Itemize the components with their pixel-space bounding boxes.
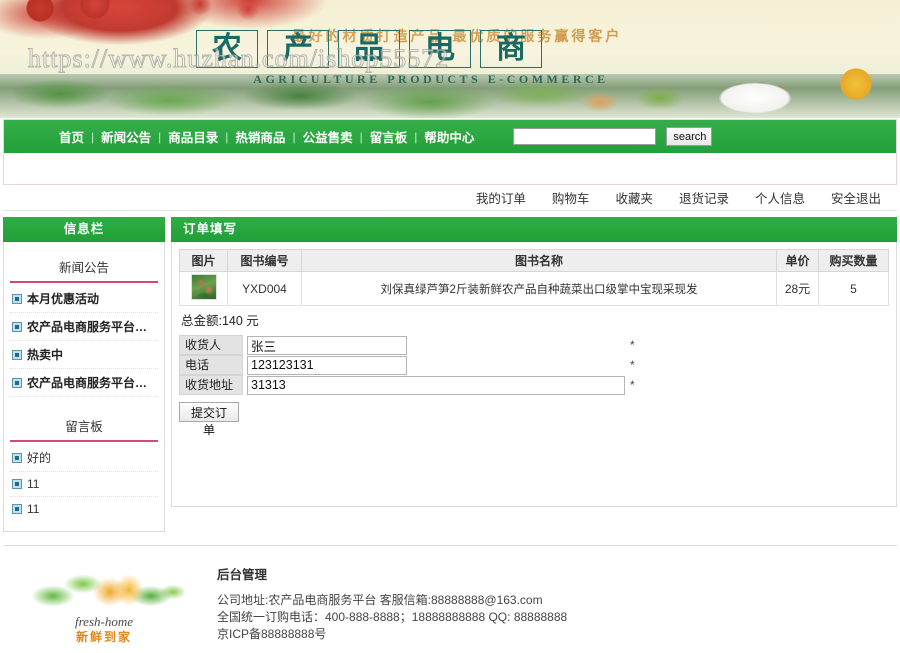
nav-item-catalog[interactable]: 商品目录 bbox=[161, 127, 225, 146]
footer-line-icp: 京ICP备88888888号 bbox=[217, 627, 327, 641]
sidebar-body: 新闻公告 本月优惠活动 农产品电商服务平台欢... 热卖中 农产品电商服务平台正… bbox=[3, 242, 165, 532]
banner-title-char: 农 bbox=[196, 30, 258, 68]
user-link-return-records[interactable]: 退货记录 bbox=[679, 188, 729, 207]
user-link-my-orders[interactable]: 我的订单 bbox=[476, 188, 526, 207]
banner-vegetables-decoration bbox=[540, 58, 900, 118]
nav-item-charity-sale[interactable]: 公益售卖 bbox=[296, 127, 360, 146]
address-input[interactable] bbox=[247, 375, 625, 395]
navigation-wrapper: 首页 | 新闻公告 | 商品目录 | 热销商品 | 公益售卖 | 留言板 | 帮… bbox=[3, 119, 897, 185]
column-header-name: 图书名称 bbox=[301, 249, 777, 272]
column-header-price: 单价 bbox=[776, 249, 819, 272]
user-link-logout[interactable]: 安全退出 bbox=[831, 188, 881, 207]
shipping-form: 收货人 * 电话 * 收货地址 * bbox=[179, 335, 635, 395]
bullet-square-icon bbox=[12, 504, 22, 514]
form-row-phone: 电话 * bbox=[179, 355, 635, 375]
sidebar-news-label: 本月优惠活动 bbox=[27, 292, 100, 306]
bullet-square-icon bbox=[12, 321, 22, 332]
content-header: 订单填写 bbox=[171, 217, 897, 242]
sidebar-message-label: 11 bbox=[27, 477, 40, 491]
user-links-bar: 我的订单 购物车 收藏夹 退货记录 个人信息 安全退出 bbox=[3, 185, 897, 211]
search-input[interactable] bbox=[513, 128, 657, 145]
user-link-shopping-cart[interactable]: 购物车 bbox=[552, 188, 590, 207]
phone-input[interactable] bbox=[247, 355, 407, 375]
sidebar-news-label: 农产品电商服务平台欢... bbox=[27, 320, 156, 334]
sidebar-message-item[interactable]: 11 bbox=[10, 497, 158, 521]
logo-leaf-icon bbox=[25, 566, 185, 618]
banner-title-char: 电 bbox=[409, 30, 471, 68]
sidebar-header: 信息栏 bbox=[3, 217, 165, 242]
bullet-square-icon bbox=[12, 479, 22, 489]
sidebar-message-label: 好的 bbox=[27, 451, 52, 465]
main-navigation: 首页 | 新闻公告 | 商品目录 | 热销商品 | 公益售卖 | 留言板 | 帮… bbox=[4, 120, 896, 153]
banner-title-char: 产 bbox=[267, 30, 329, 68]
sidebar-news-item[interactable]: 农产品电商服务平台欢... bbox=[10, 313, 158, 341]
main-layout: 信息栏 新闻公告 本月优惠活动 农产品电商服务平台欢... 热卖中 农产品电商服… bbox=[3, 217, 897, 532]
nav-item-help-center[interactable]: 帮助中心 bbox=[417, 127, 481, 146]
cell-product-code: YXD004 bbox=[227, 271, 302, 306]
sidebar-section-title-message-board: 留言板 bbox=[10, 409, 158, 442]
label-address: 收货地址 bbox=[179, 375, 243, 395]
required-mark-phone: * bbox=[630, 358, 635, 372]
cell-product-name: 刘保真绿芦笋2斤装新鲜农产品自种蔬菜出口级掌中宝现采现发 bbox=[301, 271, 777, 306]
nav-item-news[interactable]: 新闻公告 bbox=[94, 127, 158, 146]
label-recipient: 收货人 bbox=[179, 335, 243, 355]
banner-title: 农 产 品 电 商 bbox=[196, 30, 542, 68]
table-row: YXD004 刘保真绿芦笋2斤装新鲜农产品自种蔬菜出口级掌中宝现采现发 28元 … bbox=[179, 271, 889, 306]
footer-logo: fresh-home 新鲜到家 bbox=[3, 560, 203, 652]
recipient-input[interactable] bbox=[247, 335, 407, 355]
order-items-table: 图片 图书编号 图书名称 单价 购买数量 YXD004 刘保真绿芦笋2斤装新鲜农… bbox=[179, 249, 889, 306]
bullet-square-icon bbox=[12, 452, 22, 463]
content-panel: 订单填写 图片 图书编号 图书名称 单价 购买数量 YXD004 刘保真绿芦笋2… bbox=[171, 217, 897, 507]
user-link-favorites[interactable]: 收藏夹 bbox=[615, 188, 653, 207]
bullet-square-icon bbox=[12, 377, 22, 388]
page-root: 最好的材质打造产品 最优质的服务赢得客户 农 产 品 电 商 AGRICULTU… bbox=[0, 0, 900, 653]
cell-product-price: 28元 bbox=[776, 271, 819, 306]
nav-item-hot-products[interactable]: 热销商品 bbox=[228, 127, 292, 146]
column-header-image: 图片 bbox=[179, 249, 228, 272]
nav-item-message-board[interactable]: 留言板 bbox=[363, 127, 415, 146]
form-row-address: 收货地址 * bbox=[179, 375, 635, 395]
sidebar-message-item[interactable]: 好的 bbox=[10, 444, 158, 472]
form-row-recipient: 收货人 * bbox=[179, 335, 635, 355]
nav-item-home[interactable]: 首页 bbox=[52, 127, 91, 146]
sidebar-message-item[interactable]: 11 bbox=[10, 472, 158, 497]
sidebar-news-label: 热卖中 bbox=[27, 348, 64, 362]
bullet-square-icon bbox=[12, 293, 22, 304]
footer-line-phone: 全国统一订购电话：400-888-8888；18888888888 QQ: 88… bbox=[217, 610, 568, 624]
bullet-square-icon bbox=[12, 349, 22, 360]
column-header-quantity: 购买数量 bbox=[818, 249, 889, 272]
footer-line-company: 公司地址:农产品电商服务平台 客服信箱:88888888@163.com bbox=[217, 593, 543, 607]
order-total-amount: 总金额:140 元 bbox=[181, 314, 259, 328]
footer-info: 后台管理 公司地址:农产品电商服务平台 客服信箱:88888888@163.co… bbox=[217, 560, 567, 652]
search-button[interactable]: search bbox=[666, 127, 713, 146]
user-link-profile[interactable]: 个人信息 bbox=[755, 188, 805, 207]
content-body: 图片 图书编号 图书名称 单价 购买数量 YXD004 刘保真绿芦笋2斤装新鲜农… bbox=[171, 242, 897, 507]
site-banner: 最好的材质打造产品 最优质的服务赢得客户 农 产 品 电 商 AGRICULTU… bbox=[0, 0, 900, 118]
cell-product-image bbox=[179, 271, 228, 306]
required-mark-recipient: * bbox=[630, 338, 635, 352]
banner-title-char: 商 bbox=[480, 30, 542, 68]
cell-product-quantity: 5 bbox=[818, 271, 889, 306]
sidebar: 信息栏 新闻公告 本月优惠活动 农产品电商服务平台欢... 热卖中 农产品电商服… bbox=[3, 217, 165, 532]
product-thumbnail-icon[interactable] bbox=[190, 274, 217, 300]
banner-title-char: 品 bbox=[338, 30, 400, 68]
admin-panel-link[interactable]: 后台管理 bbox=[217, 564, 567, 583]
site-footer: fresh-home 新鲜到家 后台管理 公司地址:农产品电商服务平台 客服信箱… bbox=[3, 546, 897, 652]
label-phone: 电话 bbox=[179, 355, 243, 375]
navigation-spacer bbox=[4, 153, 896, 184]
table-header-row: 图片 图书编号 图书名称 单价 购买数量 bbox=[179, 249, 889, 272]
sidebar-message-label: 11 bbox=[27, 502, 40, 516]
sidebar-news-item[interactable]: 热卖中 bbox=[10, 341, 158, 369]
sidebar-section-title-news: 新闻公告 bbox=[10, 250, 158, 283]
submit-order-button[interactable]: 提交订单 bbox=[179, 402, 239, 437]
sidebar-news-item[interactable]: 农产品电商服务平台正... bbox=[10, 369, 158, 397]
sidebar-news-item[interactable]: 本月优惠活动 bbox=[10, 285, 158, 313]
sidebar-news-label: 农产品电商服务平台正... bbox=[27, 376, 156, 390]
logo-chinese-text: 新鲜到家 bbox=[75, 630, 132, 644]
column-header-code: 图书编号 bbox=[227, 249, 302, 272]
required-mark-address: * bbox=[630, 378, 635, 392]
banner-subtitle: AGRICULTURE PRODUCTS E-COMMERCE bbox=[253, 72, 609, 86]
